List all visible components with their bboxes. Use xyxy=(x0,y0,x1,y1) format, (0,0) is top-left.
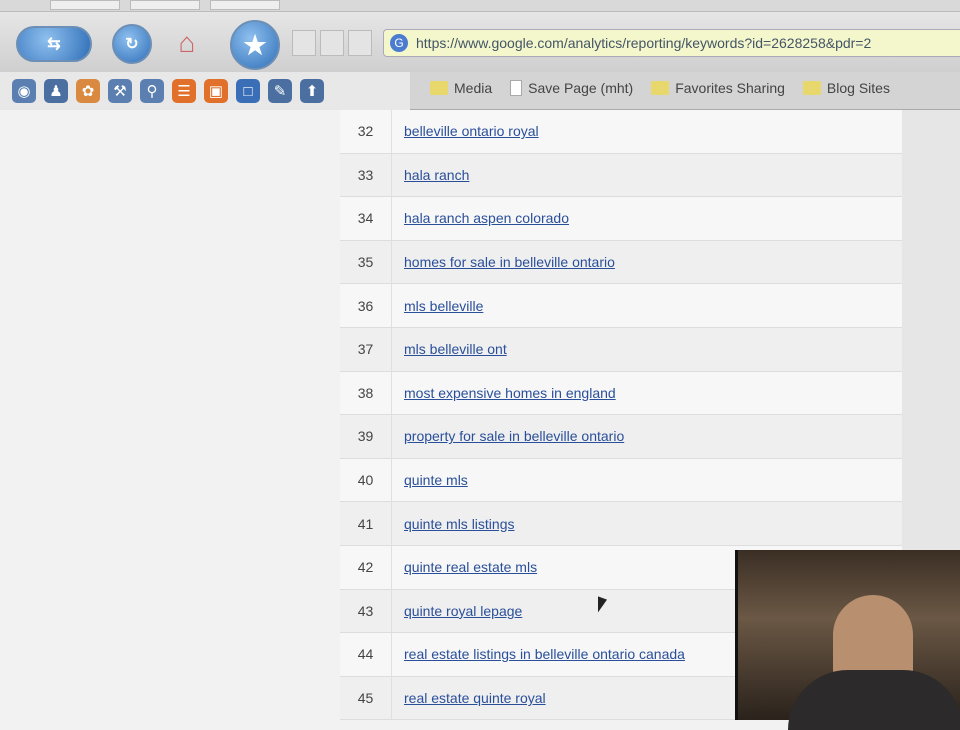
table-row: 36 mls belleville xyxy=(340,284,960,328)
table-row: 41 quinte mls listings xyxy=(340,502,960,546)
row-number: 43 xyxy=(340,589,392,633)
keyword-link[interactable]: property for sale in belleville ontario xyxy=(392,428,624,444)
row-number: 33 xyxy=(340,153,392,197)
keyword-link[interactable]: quinte royal lepage xyxy=(392,603,522,619)
addon-icon[interactable]: ✿ xyxy=(76,79,100,103)
keyword-link[interactable]: homes for sale in belleville ontario xyxy=(392,254,615,270)
up-icon[interactable]: ⬆ xyxy=(300,79,324,103)
rss-icon[interactable]: ☰ xyxy=(172,79,196,103)
table-row: 39 property for sale in belleville ontari… xyxy=(340,415,960,459)
table-row: 33 hala ranch xyxy=(340,153,960,198)
keyword-link[interactable]: quinte mls xyxy=(392,472,468,488)
row-number: 41 xyxy=(340,502,392,545)
keyword-link[interactable]: mls belleville ont xyxy=(392,341,507,357)
addon-toolbar: ◉ ♟ ✿ ⚒ ⚲ ☰ ▣ □ ✎ ⬆ xyxy=(0,72,410,110)
row-number: 39 xyxy=(340,415,392,458)
table-row: 40 quinte mls xyxy=(340,458,960,503)
address-bar[interactable]: G https://www.google.com/analytics/repor… xyxy=(383,29,960,57)
keyword-link[interactable]: quinte mls listings xyxy=(392,516,515,532)
folder-icon xyxy=(430,81,448,95)
keyword-link[interactable]: quinte real estate mls xyxy=(392,559,537,575)
feed-icon[interactable]: ▣ xyxy=(204,79,228,103)
keyword-link[interactable]: hala ranch aspen colorado xyxy=(392,210,569,226)
row-number: 34 xyxy=(340,197,392,240)
reload-icon[interactable]: ↻ xyxy=(112,24,152,64)
row-number: 45 xyxy=(340,676,392,720)
row-number: 37 xyxy=(340,327,392,371)
keyword-link[interactable]: mls belleville xyxy=(392,298,483,314)
table-row: 32 belleville ontario royal xyxy=(340,110,960,154)
pen-icon[interactable]: ✎ xyxy=(268,79,292,103)
bookmark-star-icon[interactable]: ★ xyxy=(230,20,280,70)
keyword-link[interactable]: belleville ontario royal xyxy=(392,123,539,139)
webcam-overlay xyxy=(735,550,960,730)
bookmark-media[interactable]: Media xyxy=(430,80,492,96)
row-number: 35 xyxy=(340,240,392,284)
table-row: 34 hala ranch aspen colorado xyxy=(340,197,960,241)
folder-icon xyxy=(651,81,670,95)
bookmark-save-page[interactable]: Save Page (mht) xyxy=(510,80,633,96)
row-number: 40 xyxy=(340,458,392,502)
menu-strip xyxy=(0,0,960,12)
site-favicon-icon: G xyxy=(390,34,408,52)
back-forward-button[interactable]: ⇆ xyxy=(16,26,92,62)
page-icon xyxy=(510,80,523,96)
tools-icon[interactable]: ⚒ xyxy=(108,79,132,103)
globe-icon[interactable]: ◉ xyxy=(12,79,36,103)
bookmark-label: Favorites Sharing xyxy=(675,80,785,96)
bookmark-favorites-sharing[interactable]: Favorites Sharing xyxy=(651,80,785,96)
bookmark-label: Save Page (mht) xyxy=(528,80,634,96)
row-number: 32 xyxy=(340,110,392,153)
row-number: 38 xyxy=(340,371,392,415)
keyword-link[interactable]: real estate quinte royal xyxy=(392,690,546,706)
bookmark-blog-sites[interactable]: Blog Sites xyxy=(802,80,890,96)
window-icon[interactable]: □ xyxy=(236,79,260,103)
navigation-toolbar: ⇆ ↻ ⌂ ★ G https://www.google.com/analyti… xyxy=(0,12,960,72)
user-icon[interactable]: ♟ xyxy=(44,79,68,103)
toolbar-button[interactable] xyxy=(292,30,316,56)
row-number: 42 xyxy=(340,545,392,589)
folder-icon xyxy=(802,81,821,95)
pin-icon[interactable]: ⚲ xyxy=(140,79,164,103)
row-number: 36 xyxy=(340,284,392,327)
table-row: 38 most expensive homes in england xyxy=(340,371,960,416)
person-body xyxy=(788,670,960,730)
home-icon[interactable]: ⌂ xyxy=(168,24,206,62)
mouse-cursor-icon xyxy=(598,596,607,616)
url-text: https://www.google.com/analytics/reporti… xyxy=(416,35,872,51)
table-row: 35 homes for sale in belleville ontario xyxy=(340,240,960,285)
toolbar-button[interactable] xyxy=(348,30,372,56)
row-number: 44 xyxy=(340,633,392,676)
keyword-link[interactable]: hala ranch xyxy=(392,167,469,183)
toolbar-button[interactable] xyxy=(320,30,344,56)
bookmarks-toolbar: ◉ ♟ ✿ ⚒ ⚲ ☰ ▣ □ ✎ ⬆ Media Save Page (mht… xyxy=(0,72,960,110)
bookmark-label: Media xyxy=(454,80,493,96)
keyword-link[interactable]: most expensive homes in england xyxy=(392,385,616,401)
table-row: 37 mls belleville ont xyxy=(340,327,960,372)
bookmark-label: Blog Sites xyxy=(826,80,890,96)
keyword-link[interactable]: real estate listings in belleville ontar… xyxy=(392,646,685,662)
